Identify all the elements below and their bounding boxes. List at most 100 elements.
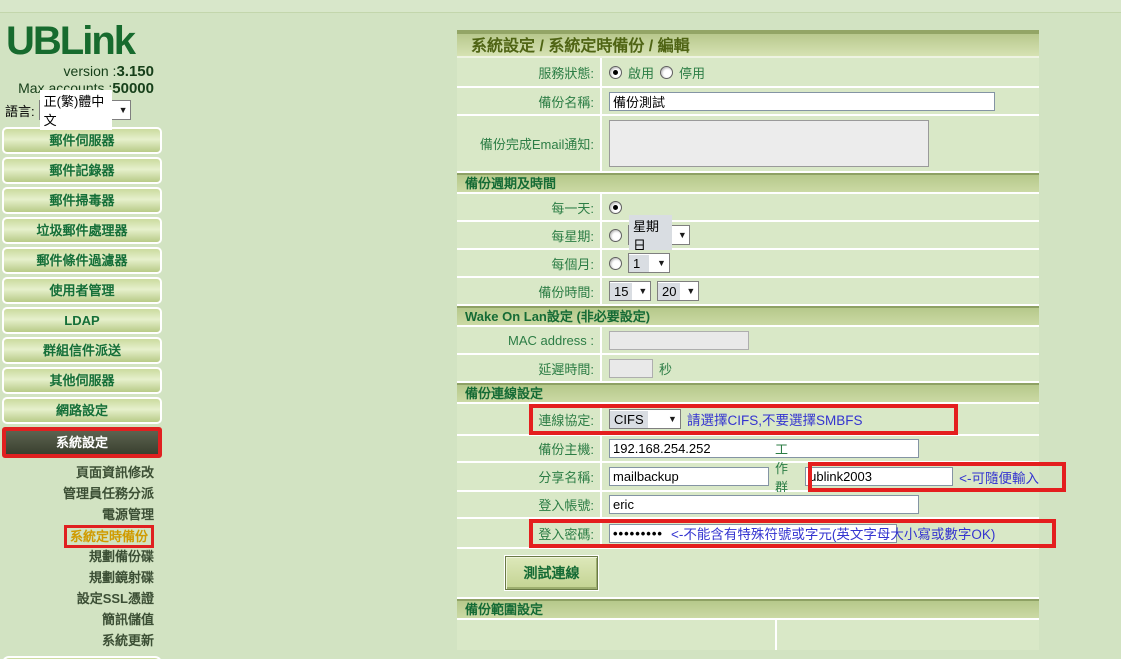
every-day-label: 每一天: [457,194,602,220]
delay-input[interactable] [609,359,653,378]
chevron-down-icon: ▼ [665,414,680,424]
enable-label: 啟用 [628,63,654,82]
weekly-radio[interactable] [609,229,622,242]
service-status-row: 服務狀態: 啟用 停用 [457,58,1039,88]
language-row: 語言: 正(繁)體中文 ▼ [0,97,164,122]
section-schedule: 備份週期及時間 [457,173,1039,194]
sidebar-button-11[interactable]: 系統設定 [2,427,162,458]
minute-select[interactable]: 20 ▼ [657,281,699,301]
sidebar-button-8[interactable]: 群組信件派送 [2,337,162,364]
breadcrumb-title: 系統設定 / 系統定時備份 / 編輯 [457,30,1039,58]
main-panel: 系統設定 / 系統定時備份 / 編輯 服務狀態: 啟用 停用 備份名稱: 備份完… [457,30,1039,650]
month-day-value: 1 [629,255,649,272]
language-select[interactable]: 正(繁)體中文 ▼ [39,100,131,120]
form: 服務狀態: 啟用 停用 備份名稱: 備份完成Email通知: 備份週期及時間 每… [457,58,1039,650]
mac-address-row: MAC address : [457,327,1039,355]
minute-value: 20 [658,283,680,300]
backup-time-label: 備份時間: [457,278,602,304]
sidebar-submenu-item-9[interactable]: 系統更新 [0,630,164,651]
backup-name-row: 備份名稱: [457,88,1039,116]
version-line: version :3.150 [0,63,164,80]
password-label: 登入密碼: [457,519,602,547]
sidebar-submenu-item-8[interactable]: 簡訊儲值 [0,609,164,630]
weekday-value: 星期日 [629,215,672,255]
top-strip [0,0,1121,13]
sidebar-submenu-item-3[interactable]: 電源管理 [0,504,164,525]
scope-partial-label-cell [457,620,777,650]
weekday-select[interactable]: 星期日 ▼ [628,225,690,245]
protocol-row: 連線協定: CIFS ▼ 請選擇CIFS,不要選擇SMBFS [457,404,1039,436]
every-day-radio[interactable] [609,201,622,214]
backup-time-row: 備份時間: 15 ▼ 20 ▼ [457,278,1039,306]
sidebar-submenu-item-7[interactable]: 設定SSL憑證 [0,588,164,609]
version-label: version : [64,63,117,79]
test-connection-button[interactable]: 測試連線 [505,556,598,590]
sidebar-submenu-item-2[interactable]: 管理員任務分派 [0,483,164,504]
sidebar-menu: 郵件伺服器郵件記錄器郵件掃毒器垃圾郵件處理器郵件條件過濾器使用者管理 LDAP 群組… [0,127,164,458]
share-name-label: 分享名稱: [457,463,602,490]
delay-label: 延遲時間: [457,355,602,381]
password-row: 登入密碼: <-不能含有特殊符號或字元(英文字母大小寫或數字OK) [457,519,1039,549]
workgroup-input[interactable] [805,467,953,486]
password-hint: <-不能含有特殊符號或字元(英文字母大小寫或數字OK) [671,523,995,543]
workgroup-hint: <-可隨便輸入 [959,467,1039,487]
every-day-row: 每一天: [457,194,1039,222]
account-row: 登入帳號: [457,492,1039,519]
chevron-down-icon: ▼ [654,258,669,268]
sidebar: UBLink version :3.150 Max accounts :5000… [0,13,164,659]
host-label: 備份主機: [457,436,602,461]
account-input[interactable] [609,495,919,514]
sidebar-submenu-item-1[interactable]: 頁面資訊修改 [0,462,164,483]
chevron-down-icon: ▼ [684,286,698,296]
max-accounts-value: 50000 [112,80,154,97]
mac-address-input[interactable] [609,331,749,350]
mac-address-label: MAC address : [457,327,602,353]
monthly-label: 每個月: [457,250,602,276]
monthly-row: 每個月: 1 ▼ [457,250,1039,278]
sidebar-button-3[interactable]: 郵件掃毒器 [2,187,162,214]
weekly-label: 每星期: [457,222,602,248]
sidebar-submenu-item-4[interactable]: 系統定時備份 [0,525,164,546]
backup-name-label: 備份名稱: [457,88,602,114]
sidebar-button-9[interactable]: 其他伺服器 [2,367,162,394]
sidebar-button-6[interactable]: 使用者管理 [2,277,162,304]
disable-radio[interactable] [660,66,673,79]
protocol-value: CIFS [610,411,648,428]
hour-select[interactable]: 15 ▼ [609,281,651,301]
hour-value: 15 [610,283,632,300]
month-day-select[interactable]: 1 ▼ [628,253,670,273]
email-notify-textarea[interactable] [609,120,929,167]
section-connection: 備份連線設定 [457,383,1039,404]
ublink-logo: UBLink [0,13,164,63]
sidebar-button-4[interactable]: 垃圾郵件處理器 [2,217,162,244]
delay-unit-label: 秒 [659,359,672,378]
protocol-label: 連線協定: [457,404,602,434]
chevron-down-icon: ▼ [116,105,129,115]
share-row: 分享名稱: 工作群組: <-可隨便輸入 [457,463,1039,492]
protocol-select[interactable]: CIFS ▼ [609,409,681,429]
sidebar-submenu-item-5[interactable]: 規劃備份碟 [0,546,164,567]
monthly-radio[interactable] [609,257,622,270]
chevron-down-icon: ▼ [636,286,650,296]
sidebar-button-7[interactable]: LDAP [2,307,162,334]
sidebar-button-2[interactable]: 郵件記錄器 [2,157,162,184]
sidebar-submenu-item-6[interactable]: 規劃鏡射碟 [0,567,164,588]
backup-name-input[interactable] [609,92,995,111]
email-notify-label: 備份完成Email通知: [457,116,602,171]
test-connection-row: 測試連線 [457,549,1039,599]
email-notify-row: 備份完成Email通知: [457,116,1039,173]
protocol-hint: 請選擇CIFS,不要選擇SMBFS [687,409,863,429]
disable-label: 停用 [679,63,705,82]
enable-radio[interactable] [609,66,622,79]
sidebar-button-5[interactable]: 郵件條件過濾器 [2,247,162,274]
sidebar-button-1[interactable]: 郵件伺服器 [2,127,162,154]
language-label: 語言: [5,101,35,120]
scope-partial-row [457,620,1039,650]
chevron-down-icon: ▼ [676,230,689,240]
sidebar-submenu-item-active[interactable]: 系統定時備份 [64,525,154,548]
sidebar-button-10[interactable]: 網路設定 [2,397,162,424]
share-name-input[interactable] [609,467,769,486]
section-wol: Wake On Lan設定 (非必要設定) [457,306,1039,327]
language-value: 正(繁)體中文 [40,90,113,130]
version-value: 3.150 [116,63,154,80]
